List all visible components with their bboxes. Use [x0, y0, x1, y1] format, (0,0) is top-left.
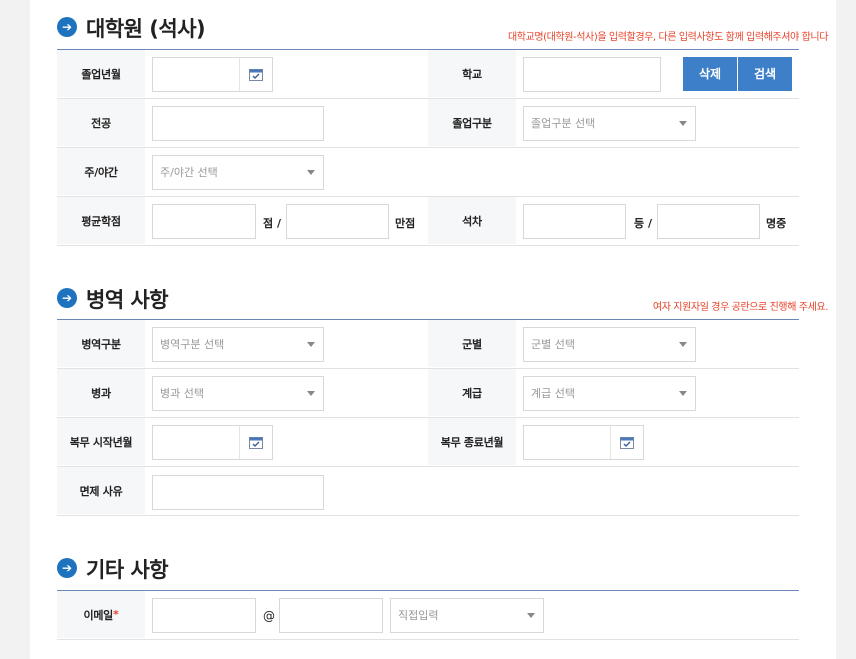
label-service-start: 복무 시작년월 [57, 418, 145, 465]
military-type-select[interactable]: 병역구분 선택 [152, 327, 324, 362]
calendar-icon [620, 437, 634, 449]
section-title-military: 병역 사항 [86, 288, 169, 312]
rank-total-input[interactable] [657, 204, 760, 239]
points-unit: 점 / [263, 217, 281, 230]
search-button[interactable]: 검색 [738, 57, 792, 91]
at-sign: @ [263, 609, 275, 623]
grad-type-select-value: 졸업구분 선택 [531, 117, 596, 130]
chevron-down-icon [307, 391, 315, 396]
label-specialty: 병과 [57, 369, 145, 416]
email-domain-input[interactable] [279, 598, 383, 633]
chevron-down-icon [679, 391, 687, 396]
email-domain-select[interactable]: 직접입력 [390, 598, 544, 633]
calendar-icon [249, 69, 263, 81]
branch-select-value: 군별 선택 [531, 338, 575, 351]
service-end-input[interactable] [523, 425, 644, 460]
row-divider [57, 466, 799, 467]
label-day-night: 주/야간 [57, 148, 145, 195]
service-start-input[interactable] [152, 425, 273, 460]
military-type-select-value: 병역구분 선택 [160, 338, 225, 351]
arrow-right-circle-icon: ➔ [57, 558, 77, 578]
label-email: 이메일 * [57, 591, 145, 638]
full-points-unit: 만점 [395, 217, 416, 230]
chevron-down-icon [679, 342, 687, 347]
day-night-select[interactable]: 주/야간 선택 [152, 155, 324, 190]
label-service-end: 복무 종료년월 [428, 418, 516, 465]
label-rank-military: 계급 [428, 369, 516, 416]
label-rank: 석차 [428, 197, 516, 244]
label-exemption: 면제 사유 [57, 467, 145, 514]
chevron-down-icon [307, 170, 315, 175]
label-grad-type: 졸업구분 [428, 99, 516, 146]
day-night-select-value: 주/야간 선택 [160, 166, 218, 179]
military-rank-select-value: 계급 선택 [531, 387, 575, 400]
form-sheet: ➔ 대학원 (석사) 대학교명(대학원-석사)을 입력할경우, 다른 입력사항도… [30, 0, 836, 659]
of-people-unit: 명중 [766, 217, 787, 230]
row-divider [57, 515, 799, 516]
required-mark: * [113, 608, 119, 621]
label-branch: 군별 [428, 320, 516, 367]
branch-select[interactable]: 군별 선택 [523, 327, 696, 362]
specialty-select[interactable]: 병과 선택 [152, 376, 324, 411]
delete-button[interactable]: 삭제 [683, 57, 737, 91]
row-divider [57, 245, 799, 246]
military-rank-select[interactable]: 계급 선택 [523, 376, 696, 411]
label-military-type: 병역구분 [57, 320, 145, 367]
calendar-icon [249, 437, 263, 449]
label-school: 학교 [428, 50, 516, 97]
section-divider [57, 590, 799, 591]
chevron-down-icon [679, 121, 687, 126]
calendar-button[interactable] [239, 58, 272, 91]
label-major: 전공 [57, 99, 145, 146]
section-title-etc: 기타 사항 [86, 558, 169, 582]
specialty-select-value: 병과 선택 [160, 387, 204, 400]
graduate-notice: 대학교명(대학원-석사)을 입력할경우, 다른 입력사항도 함께 입력해주셔야 … [507, 32, 828, 43]
chevron-down-icon [527, 613, 535, 618]
email-id-input[interactable] [152, 598, 256, 633]
school-input[interactable] [523, 57, 661, 92]
gpa-input[interactable] [152, 204, 256, 239]
label-grad-date: 졸업년월 [57, 50, 145, 97]
label-email-text: 이메일 [83, 608, 114, 622]
grad-date-input[interactable] [152, 57, 273, 92]
chevron-down-icon [307, 342, 315, 347]
arrow-right-circle-icon: ➔ [57, 288, 77, 308]
gpa-max-input[interactable] [286, 204, 389, 239]
arrow-right-circle-icon: ➔ [57, 17, 77, 37]
military-notice: 여자 지원자일 경우 공란으로 진행해 주세요. [652, 302, 828, 313]
rank-input[interactable] [523, 204, 626, 239]
email-domain-select-value: 직접입력 [398, 609, 439, 622]
major-input[interactable] [152, 106, 324, 141]
exemption-input[interactable] [152, 475, 324, 510]
row-divider [57, 639, 799, 640]
label-gpa: 평균학점 [57, 197, 145, 244]
grad-type-select[interactable]: 졸업구분 선택 [523, 106, 696, 141]
place-unit: 등 / [634, 217, 652, 230]
row-divider [57, 147, 799, 148]
calendar-button[interactable] [610, 426, 643, 459]
calendar-button[interactable] [239, 426, 272, 459]
section-title-graduate: 대학원 (석사) [86, 17, 206, 41]
